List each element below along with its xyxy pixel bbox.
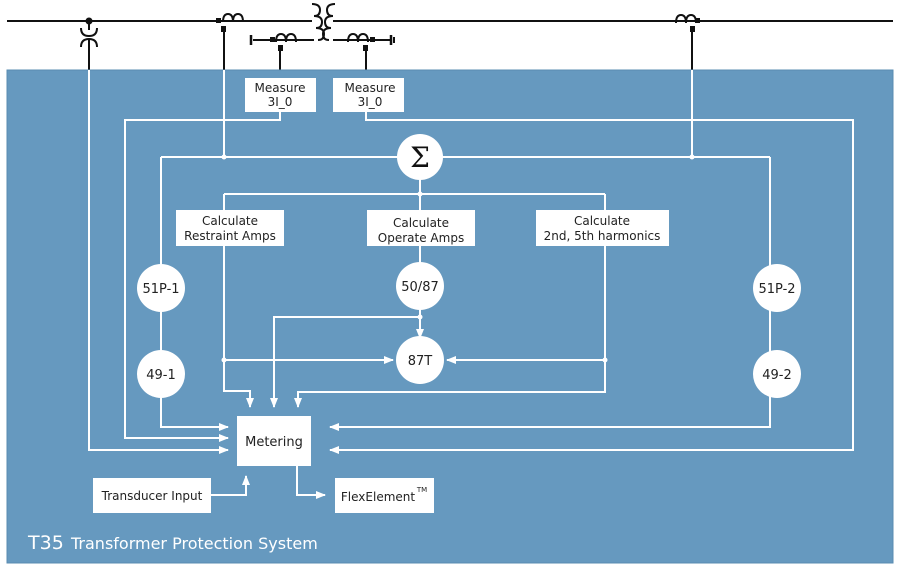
metering-label: Metering: [245, 435, 303, 450]
flexelement-box: FlexElement TM: [335, 478, 434, 513]
calc-operate-line2: Operate Amps: [378, 231, 464, 245]
sigma-icon: Σ: [410, 141, 430, 174]
measure-box-2-line1: Measure: [345, 81, 396, 95]
power-system-one-line: [7, 3, 893, 70]
measure-box-1-line2: 3I_0: [268, 95, 293, 109]
element-87t: 87T: [396, 336, 444, 384]
measure-box-1-line1: Measure: [255, 81, 306, 95]
element-49-2-label: 49-2: [762, 368, 792, 383]
calc-restraint-line2: Restraint Amps: [184, 229, 276, 243]
element-51p-2-label: 51P-2: [758, 282, 795, 297]
product-name: Transformer Protection System: [70, 534, 318, 553]
element-51p-2: 51P-2: [753, 264, 801, 312]
summation-node: Σ: [397, 134, 443, 180]
element-50-87: 50/87: [396, 262, 444, 310]
measure-box-1: Measure 3I_0: [245, 78, 316, 112]
neutral-ct-icon-2: [336, 32, 395, 70]
element-49-1: 49-1: [137, 350, 185, 398]
voltage-transformer-icon: [80, 17, 98, 70]
current-transformer-icon-2: [675, 13, 700, 70]
transducer-input-label: Transducer Input: [101, 489, 203, 503]
element-49-2: 49-2: [753, 350, 801, 398]
product-model: T35: [27, 532, 64, 554]
element-49-1-label: 49-1: [146, 368, 176, 383]
calc-restraint-line1: Calculate: [202, 214, 258, 228]
calc-operate-box: Calculate Operate Amps: [367, 210, 475, 246]
calc-operate-line1: Calculate: [393, 216, 449, 230]
element-50-87-label: 50/87: [401, 280, 438, 295]
element-51p-1: 51P-1: [137, 264, 185, 312]
current-transformer-icon-1: [216, 12, 244, 70]
neutral-ct-icon-1: [249, 32, 297, 70]
metering-box: Metering: [237, 416, 311, 466]
calc-harmonics-box: Calculate 2nd, 5th harmonics: [536, 210, 669, 246]
element-51p-1-label: 51P-1: [142, 282, 179, 297]
panel-title: T35 Transformer Protection System: [27, 532, 318, 554]
t35-block-diagram: Measure 3I_0 Measure 3I_0 Σ Calculate Re…: [6, 3, 894, 564]
calc-harmonics-line1: Calculate: [574, 214, 630, 228]
transducer-input-box: Transducer Input: [93, 478, 211, 513]
trademark-mark: TM: [416, 486, 427, 494]
element-87t-label: 87T: [408, 354, 433, 369]
measure-box-2: Measure 3I_0: [333, 78, 404, 112]
flexelement-label: FlexElement: [341, 490, 415, 504]
calc-harmonics-line2: 2nd, 5th harmonics: [544, 229, 661, 243]
calc-restraint-box: Calculate Restraint Amps: [176, 210, 284, 246]
measure-box-2-line2: 3I_0: [358, 95, 383, 109]
